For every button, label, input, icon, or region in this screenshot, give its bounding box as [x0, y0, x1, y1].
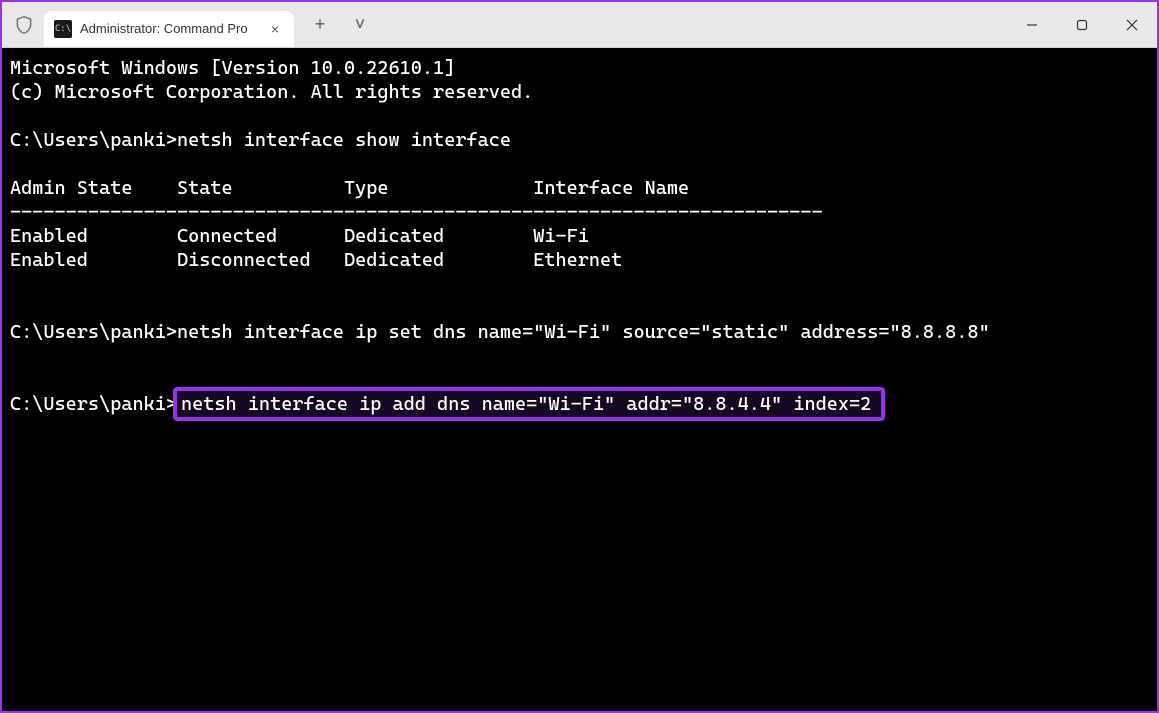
- close-window-button[interactable]: [1107, 2, 1157, 48]
- cmd-icon: C:\: [54, 20, 72, 38]
- version-line: Microsoft Windows [Version 10.0.22610.1]: [10, 57, 455, 79]
- prompt: C:\Users\panki>: [10, 129, 177, 151]
- table-header: Admin State State Type Interface Name: [10, 177, 689, 199]
- prompt: C:\Users\panki>: [10, 393, 177, 415]
- highlighted-command: netsh interface ip add dns name="Wi-Fi" …: [173, 387, 885, 421]
- minimize-button[interactable]: [1007, 2, 1057, 48]
- prompt: C:\Users\panki>: [10, 321, 177, 343]
- close-tab-button[interactable]: ×: [266, 20, 284, 38]
- terminal-area[interactable]: Microsoft Windows [Version 10.0.22610.1]…: [2, 48, 1157, 711]
- table-row: Enabled Disconnected Dedicated Ethernet: [10, 249, 622, 271]
- command-text: netsh interface show interface: [177, 129, 511, 151]
- command-text: netsh interface ip set dns name="Wi-Fi" …: [177, 321, 990, 343]
- table-divider: ----------------------------------------…: [10, 201, 823, 223]
- window-controls: [1007, 2, 1157, 48]
- table-row: Enabled Connected Dedicated Wi-Fi: [10, 225, 589, 247]
- tab-dropdown-button[interactable]: ˅: [350, 15, 370, 35]
- titlebar: C:\ Administrator: Command Pro × + ˅: [2, 2, 1157, 48]
- new-tab-button[interactable]: +: [310, 15, 330, 35]
- shield-icon: [12, 13, 36, 37]
- tab-title: Administrator: Command Pro: [80, 21, 258, 36]
- tab-actions: + ˅: [310, 15, 370, 35]
- copyright-line: (c) Microsoft Corporation. All rights re…: [10, 81, 533, 103]
- maximize-button[interactable]: [1057, 2, 1107, 48]
- window: C:\ Administrator: Command Pro × + ˅ Mic…: [2, 2, 1157, 711]
- tab-command-prompt[interactable]: C:\ Administrator: Command Pro ×: [44, 11, 294, 47]
